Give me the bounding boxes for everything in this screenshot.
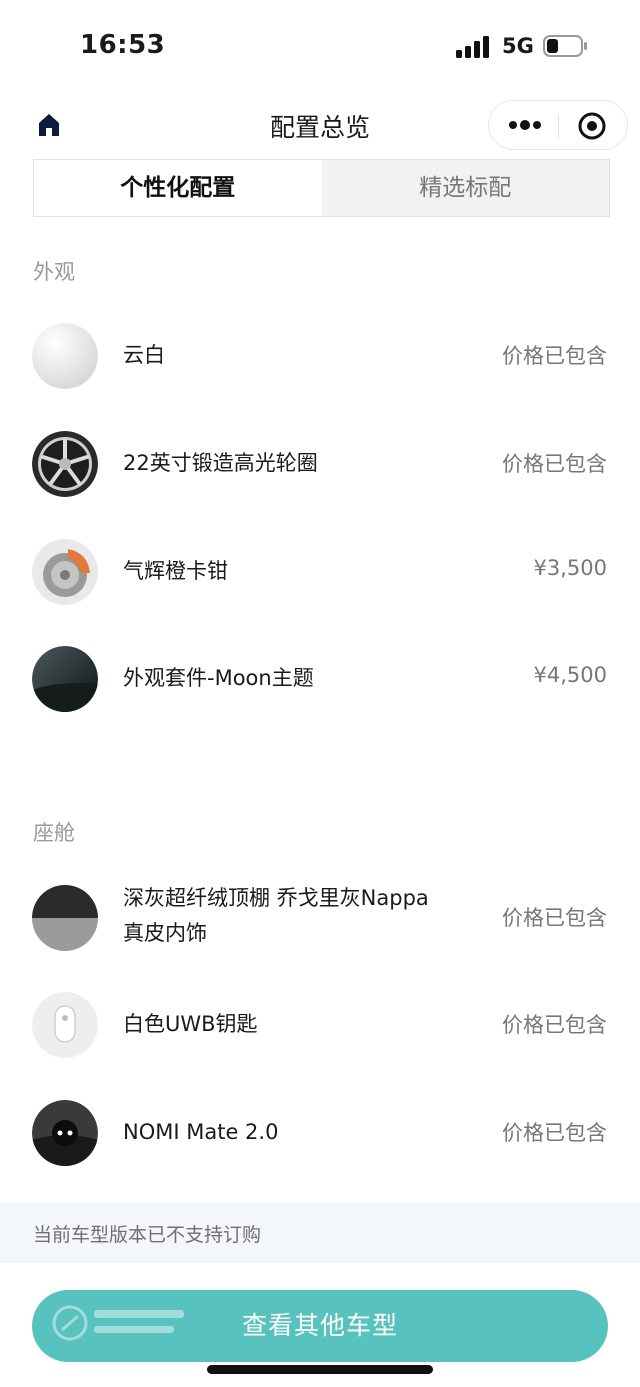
orange-brake-caliper-icon — [32, 539, 98, 605]
item-price: 价格已包含 — [502, 452, 607, 476]
item-name-line2: 真皮内饰 — [123, 921, 207, 945]
item-name: 外观套件-Moon主题 — [123, 666, 314, 690]
item-price: ¥4,500 — [533, 663, 607, 687]
item-price: ¥3,500 — [533, 556, 607, 580]
cellular-signal-icon — [456, 36, 489, 58]
list-item: 深灰超纤绒顶棚 乔戈里灰Nappa 真皮内饰 价格已包含 — [0, 878, 640, 958]
list-item: 气辉橙卡钳 ¥3,500 — [0, 532, 640, 612]
mini-program-capsule — [488, 100, 628, 150]
white-paint-swatch-icon — [32, 323, 98, 389]
order-notice: 当前车型版本已不支持订购 — [0, 1203, 640, 1263]
watermark-logo-icon — [52, 1305, 184, 1341]
section-label-cabin: 座舱 — [33, 821, 75, 845]
item-price: 价格已包含 — [502, 1013, 607, 1037]
navigation-bar: 配置总览 — [0, 96, 640, 156]
list-item: NOMI Mate 2.0 价格已包含 — [0, 1093, 640, 1173]
battery-icon — [543, 35, 587, 57]
tab-personalized[interactable]: 个性化配置 — [34, 160, 322, 216]
home-indicator — [207, 1365, 433, 1374]
item-price: 价格已包含 — [502, 906, 607, 930]
item-price: 价格已包含 — [502, 344, 607, 368]
list-item: 白色UWB钥匙 价格已包含 — [0, 985, 640, 1065]
item-name: 白色UWB钥匙 — [123, 1012, 258, 1036]
wheel-rim-icon — [32, 431, 98, 497]
section-label-exterior: 外观 — [33, 260, 75, 284]
nomi-mate-icon — [32, 1100, 98, 1166]
item-name: 云白 — [123, 343, 165, 367]
item-name-line1: 深灰超纤绒顶棚 乔戈里灰Nappa — [123, 886, 429, 910]
config-tabs: 个性化配置 精选标配 — [33, 159, 610, 217]
list-item: 云白 价格已包含 — [0, 316, 640, 396]
item-name: 气辉橙卡钳 — [123, 559, 228, 583]
uwb-key-icon — [32, 992, 98, 1058]
interior-swatch-icon — [32, 885, 98, 951]
moon-theme-kit-icon — [32, 646, 98, 712]
list-item: 22英寸锻造高光轮圈 价格已包含 — [0, 424, 640, 504]
status-time: 16:53 — [80, 30, 166, 60]
notice-text: 当前车型版本已不支持订购 — [33, 1224, 262, 1246]
item-name: 22英寸锻造高光轮圈 — [123, 451, 318, 475]
item-price: 价格已包含 — [502, 1121, 607, 1145]
network-type: 5G — [502, 34, 534, 58]
more-options-icon[interactable] — [505, 115, 545, 135]
tab-standard[interactable]: 精选标配 — [322, 160, 610, 216]
item-name: NOMI Mate 2.0 — [123, 1120, 279, 1144]
list-item: 外观套件-Moon主题 ¥4,500 — [0, 639, 640, 719]
capsule-divider — [558, 114, 559, 138]
close-target-icon[interactable] — [577, 111, 607, 141]
item-name: 深灰超纤绒顶棚 乔戈里灰Nappa 真皮内饰 — [123, 881, 429, 951]
status-bar: 16:53 5G — [0, 0, 640, 96]
